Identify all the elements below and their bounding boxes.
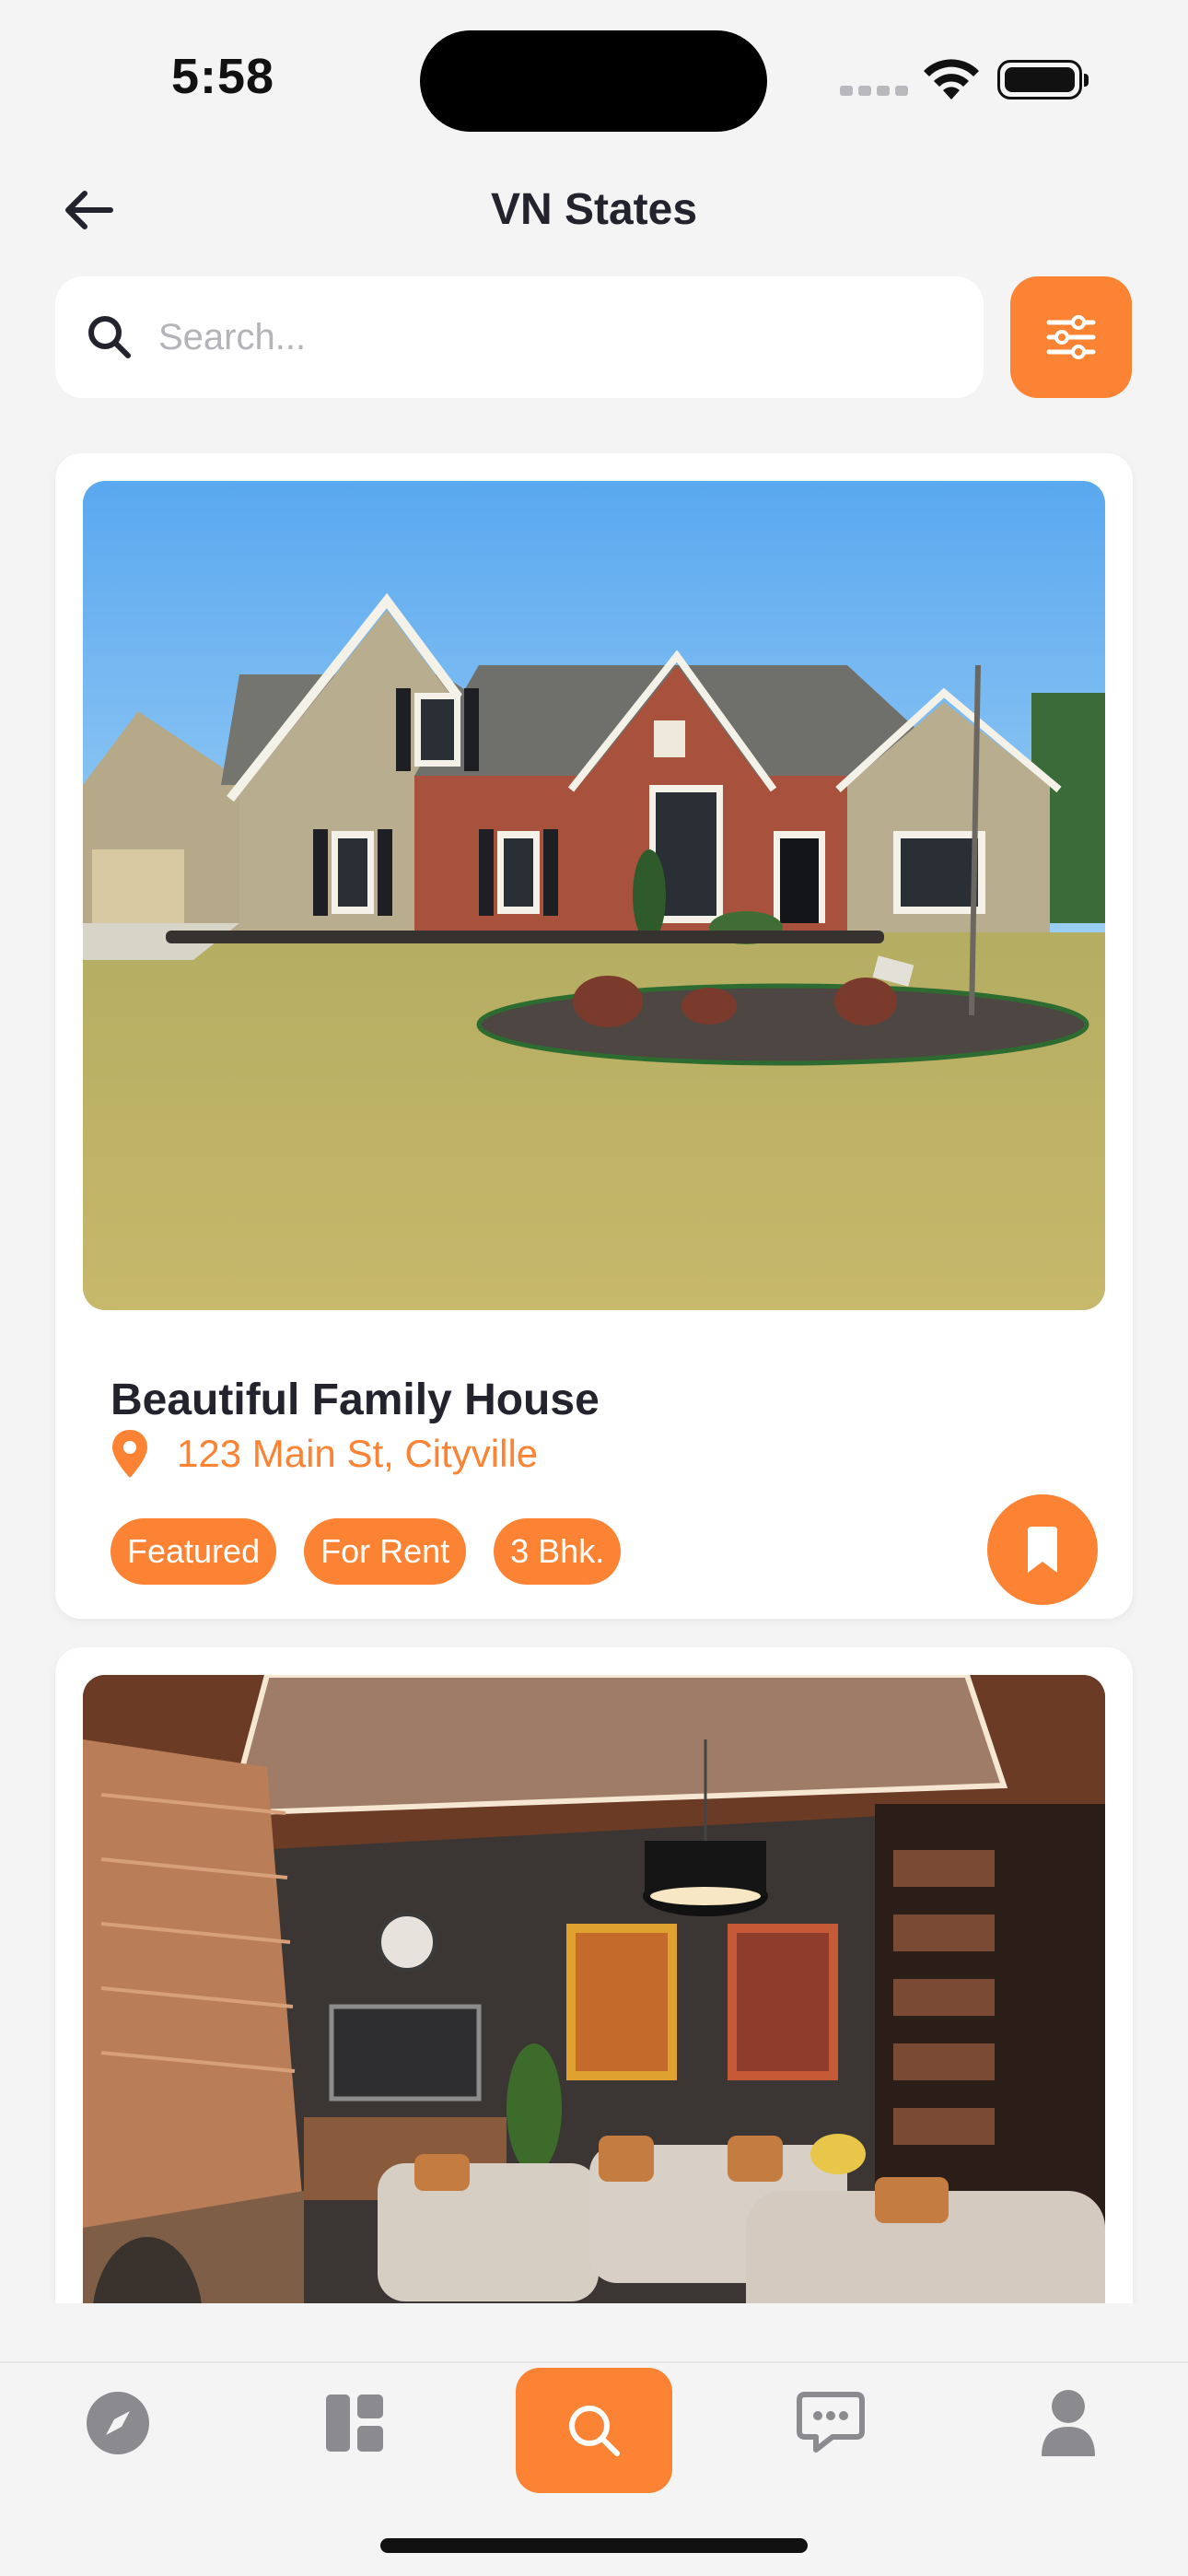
listing-card[interactable]: Beautiful Family House 123 Main St, City… xyxy=(55,453,1133,1619)
bookmark-button[interactable] xyxy=(987,1494,1098,1605)
tag-featured: Featured xyxy=(111,1518,277,1585)
dynamic-island xyxy=(420,30,767,132)
sliders-icon xyxy=(1046,315,1096,359)
battery-icon xyxy=(997,60,1089,100)
dashboard-icon xyxy=(326,2395,383,2452)
home-indicator xyxy=(380,2538,808,2553)
app-screen: 5:58 VN States Search... Beautiful Famil… xyxy=(0,0,1188,2576)
cellular-signal-icon xyxy=(840,86,908,96)
listing-location-row: 123 Main St, Cityville xyxy=(111,1428,538,1480)
listing-list[interactable]: Beautiful Family House 123 Main St, City… xyxy=(0,433,1188,2303)
status-time: 5:58 xyxy=(171,49,275,104)
tag-for-rent: For Rent xyxy=(304,1518,467,1585)
house-exterior-photo xyxy=(83,481,1105,1310)
wifi-icon xyxy=(924,59,979,100)
compass-icon xyxy=(87,2392,149,2454)
living-room-interior-photo xyxy=(83,1675,1105,2303)
bookmark-icon xyxy=(1028,1527,1057,1573)
search-icon xyxy=(569,2406,620,2456)
chat-bubble-icon xyxy=(797,2392,865,2453)
listing-tags: Featured For Rent 3 Bhk. xyxy=(111,1518,622,1585)
tab-explore[interactable] xyxy=(40,2363,196,2483)
search-input[interactable] xyxy=(158,316,969,358)
search-icon xyxy=(88,316,131,358)
listing-title: Beautiful Family House xyxy=(111,1376,600,1424)
tab-dashboard[interactable] xyxy=(276,2363,433,2483)
location-pin-icon xyxy=(112,1430,147,1478)
filter-button[interactable] xyxy=(1010,276,1132,398)
tab-messages[interactable] xyxy=(752,2363,909,2483)
listing-location: 123 Main St, Cityville xyxy=(177,1432,539,1475)
page-title: VN States xyxy=(490,185,698,234)
user-icon xyxy=(1042,2390,1095,2456)
tab-profile[interactable] xyxy=(990,2363,1147,2483)
tab-search[interactable] xyxy=(516,2368,672,2493)
listing-card[interactable] xyxy=(55,1647,1133,2303)
tag-bhk: 3 Bhk. xyxy=(494,1518,622,1585)
search-bar[interactable] xyxy=(55,276,984,398)
